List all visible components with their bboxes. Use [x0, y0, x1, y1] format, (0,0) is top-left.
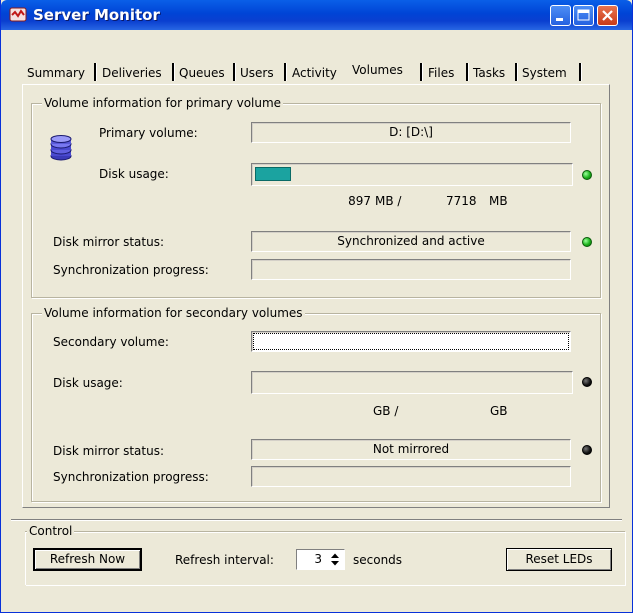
primary-mirror-status-field: Synchronized and active	[251, 231, 571, 252]
minimize-icon	[556, 18, 563, 21]
disk-stack-icon	[49, 135, 73, 164]
tab-activity[interactable]: Activity	[289, 63, 340, 83]
secondary-disk-usage-label: Disk usage:	[53, 376, 123, 390]
primary-sync-progress-label: Synchronization progress:	[53, 263, 209, 277]
secondary-sync-progress-label: Synchronization progress:	[53, 470, 209, 484]
spin-arrows-icon[interactable]	[328, 552, 342, 567]
refresh-interval-spinner[interactable]: 3	[296, 549, 345, 570]
secondary-disk-usage-bar	[251, 371, 573, 394]
primary-volume-label: Primary volume:	[99, 126, 198, 140]
secondary-volume-label: Secondary volume:	[53, 335, 169, 349]
primary-mirror-led	[582, 237, 592, 247]
tab-queues[interactable]: Queues	[176, 63, 228, 83]
control-group-title: Control	[27, 524, 75, 538]
control-divider	[11, 519, 622, 521]
secondary-used-unit: GB /	[373, 404, 399, 418]
refresh-interval-value: 3	[314, 552, 322, 566]
refresh-interval-unit: seconds	[353, 553, 403, 567]
primary-sync-progress-field	[251, 259, 571, 280]
secondary-mirror-status-label: Disk mirror status:	[53, 444, 165, 458]
secondary-mirror-status-field: Not mirrored	[251, 439, 571, 460]
tab-deliveries[interactable]: Deliveries	[99, 63, 165, 83]
primary-used-value: 897	[348, 194, 371, 208]
server-monitor-window: Server Monitor Summary Deliveries Queues…	[0, 0, 633, 613]
minimize-button[interactable]	[550, 5, 571, 26]
tab-system[interactable]: System	[519, 63, 570, 83]
refresh-interval-label: Refresh interval:	[175, 553, 274, 567]
primary-disk-usage-bar	[251, 163, 573, 186]
tab-summary[interactable]: Summary	[24, 63, 88, 83]
secondary-group-title: Volume information for secondary volumes	[42, 306, 305, 320]
app-icon	[9, 6, 27, 24]
tab-tasks[interactable]: Tasks	[470, 63, 508, 83]
primary-mirror-status-label: Disk mirror status:	[53, 235, 165, 249]
tab-files[interactable]: Files	[425, 63, 457, 83]
primary-total-value: 7718	[446, 194, 477, 208]
secondary-sync-progress-field	[251, 466, 571, 487]
reset-leds-button[interactable]: Reset LEDs	[506, 548, 612, 571]
secondary-volume-select[interactable]	[251, 331, 571, 352]
secondary-mirror-led	[582, 445, 592, 455]
tab-users[interactable]: Users	[237, 63, 277, 83]
primary-disk-usage-label: Disk usage:	[99, 167, 169, 181]
primary-usage-led	[582, 170, 592, 180]
refresh-now-button[interactable]: Refresh Now	[33, 548, 142, 571]
primary-used-unit: MB /	[375, 194, 402, 208]
primary-total-unit: MB	[489, 194, 508, 208]
secondary-total-unit: GB	[490, 404, 508, 418]
tab-volumes[interactable]: Volumes	[349, 59, 406, 83]
primary-disk-usage-fill	[255, 167, 291, 181]
maximize-button[interactable]	[573, 5, 594, 26]
primary-group-title: Volume information for primary volume	[42, 96, 284, 110]
close-button[interactable]	[597, 5, 618, 26]
primary-volume-field: D: [D:\]	[251, 122, 571, 143]
close-icon	[602, 10, 613, 21]
secondary-usage-led	[582, 377, 592, 387]
maximize-icon	[577, 9, 590, 21]
title-bar[interactable]: Server Monitor	[1, 0, 632, 30]
window-title: Server Monitor	[33, 6, 160, 24]
